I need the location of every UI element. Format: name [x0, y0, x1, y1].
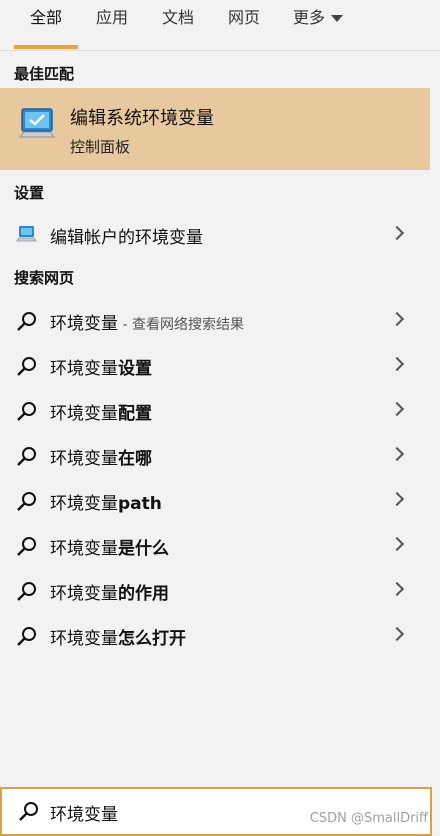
web-result-extra: 是什么 — [118, 539, 169, 559]
web-result-base: 环境变量 — [50, 539, 118, 559]
chevron-right-icon[interactable] — [389, 581, 405, 597]
chevron-right-icon[interactable] — [389, 225, 405, 241]
web-result-base: 环境变量 — [50, 359, 118, 379]
web-result-item[interactable]: 环境变量配置 — [0, 388, 430, 432]
web-result-label: 环境变量配置 — [50, 399, 152, 424]
web-result-label: 环境变量设置 — [50, 354, 152, 379]
web-result-extra: path — [118, 494, 162, 514]
web-result-label: 环境变量path — [50, 489, 162, 514]
best-match-subtitle: 控制面板 — [70, 138, 131, 156]
web-result-extra: 在哪 — [118, 449, 152, 469]
search-icon — [17, 312, 36, 331]
settings-item-edit-account-env[interactable]: 编辑帐户的环境变量 — [0, 212, 430, 256]
chevron-down-icon — [331, 15, 343, 22]
section-title-web-search: 搜索网页 — [14, 269, 75, 287]
best-match-result[interactable]: 编辑系统环境变量 控制面板 — [0, 88, 430, 170]
web-result-label: 环境变量在哪 — [50, 444, 152, 469]
tab-apps[interactable]: 应用 — [84, 0, 140, 50]
best-match-title: 编辑系统环境变量 — [70, 108, 214, 129]
web-result-label: 环境变量是什么 — [50, 534, 169, 559]
search-icon — [17, 402, 36, 421]
web-result-extra: 怎么打开 — [118, 629, 186, 649]
section-title-best-match: 最佳匹配 — [14, 65, 75, 83]
control-panel-icon — [18, 108, 56, 138]
search-icon — [17, 627, 36, 646]
web-result-label: 环境变量 - 查看网络搜索结果 — [50, 309, 244, 334]
chevron-right-icon[interactable] — [389, 491, 405, 507]
web-result-base: 环境变量 — [50, 584, 118, 604]
web-result-item[interactable]: 环境变量的作用 — [0, 568, 430, 612]
web-result-extra: 配置 — [118, 404, 152, 424]
web-result-base: 环境变量 — [50, 629, 118, 649]
chevron-right-icon[interactable] — [389, 536, 405, 552]
search-icon — [17, 447, 36, 466]
filter-tabs: 全部 应用 文档 网页 更多 — [0, 0, 440, 51]
web-result-base: 环境变量 — [50, 314, 118, 334]
active-tab-indicator — [14, 45, 78, 49]
search-icon — [19, 802, 38, 821]
web-result-base: 环境变量 — [50, 494, 118, 514]
chevron-right-icon[interactable] — [389, 311, 405, 327]
search-icon — [17, 582, 36, 601]
web-result-base: 环境变量 — [50, 449, 118, 469]
web-result-label: 环境变量的作用 — [50, 579, 169, 604]
web-result-base: 环境变量 — [50, 404, 118, 424]
search-icon — [17, 357, 36, 376]
web-result-hint: - 查看网络搜索结果 — [118, 317, 244, 333]
web-result-item[interactable]: 环境变量怎么打开 — [0, 613, 430, 657]
section-title-settings: 设置 — [14, 184, 45, 202]
search-icon — [17, 492, 36, 511]
settings-item-label: 编辑帐户的环境变量 — [50, 228, 203, 248]
web-result-label: 环境变量怎么打开 — [50, 624, 186, 649]
web-result-extra: 设置 — [118, 359, 152, 379]
tab-web[interactable]: 网页 — [216, 0, 272, 50]
chevron-right-icon[interactable] — [389, 356, 405, 372]
web-result-item[interactable]: 环境变量 - 查看网络搜索结果 — [0, 298, 430, 342]
settings-monitor-icon — [16, 226, 37, 242]
chevron-right-icon[interactable] — [389, 401, 405, 417]
tab-web-label: 网页 — [227, 8, 260, 27]
web-result-item[interactable]: 环境变量设置 — [0, 343, 430, 387]
search-input-value: 环境变量 — [50, 805, 118, 825]
web-result-extra: 的作用 — [118, 584, 169, 604]
tab-documents[interactable]: 文档 — [150, 0, 206, 50]
web-result-item[interactable]: 环境变量path — [0, 478, 430, 522]
tab-more-label: 更多 — [292, 8, 325, 27]
web-result-item[interactable]: 环境变量是什么 — [0, 523, 430, 567]
chevron-right-icon[interactable] — [389, 446, 405, 462]
watermark: CSDN @SmallDriff — [309, 811, 428, 826]
tab-documents-label: 文档 — [161, 8, 194, 27]
tab-all-label: 全部 — [29, 8, 62, 27]
web-result-item[interactable]: 环境变量在哪 — [0, 433, 430, 477]
chevron-right-icon[interactable] — [389, 626, 405, 642]
search-icon — [17, 537, 36, 556]
tab-more[interactable]: 更多 — [282, 0, 354, 50]
tab-apps-label: 应用 — [95, 8, 128, 27]
tab-all[interactable]: 全部 — [14, 0, 78, 50]
